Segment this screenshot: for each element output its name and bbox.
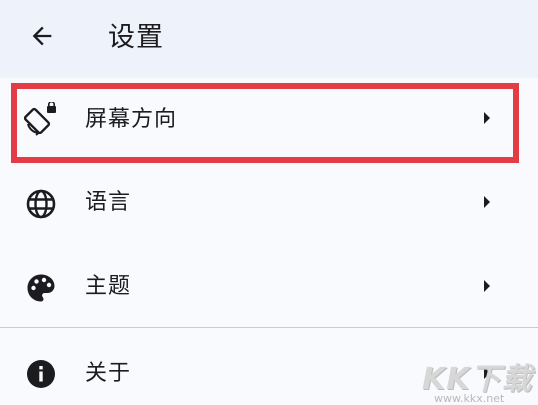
caret-right-icon xyxy=(480,108,494,128)
section-divider xyxy=(0,327,538,328)
caret-right-icon xyxy=(480,363,494,383)
palette-icon xyxy=(24,271,58,305)
settings-item-language[interactable]: 语言 xyxy=(0,162,538,246)
caret-right-icon xyxy=(480,192,494,212)
settings-item-theme[interactable]: 主题 xyxy=(0,246,538,330)
app-bar: 设置 xyxy=(0,0,538,78)
back-button[interactable] xyxy=(24,18,60,54)
settings-item-screen-orientation[interactable]: 屏幕方向 xyxy=(0,78,538,162)
settings-item-label: 主题 xyxy=(85,274,132,299)
settings-item-label: 关于 xyxy=(85,361,132,386)
page-title: 设置 xyxy=(108,22,164,53)
settings-item-label: 屏幕方向 xyxy=(85,107,178,132)
caret-right-icon xyxy=(480,276,494,296)
screen-rotation-lock-icon xyxy=(24,102,58,136)
arrow-left-icon xyxy=(32,26,52,46)
info-icon xyxy=(24,357,58,391)
settings-item-about[interactable]: 关于 xyxy=(0,330,538,405)
globe-icon xyxy=(24,187,58,221)
settings-item-label: 语言 xyxy=(85,190,132,215)
